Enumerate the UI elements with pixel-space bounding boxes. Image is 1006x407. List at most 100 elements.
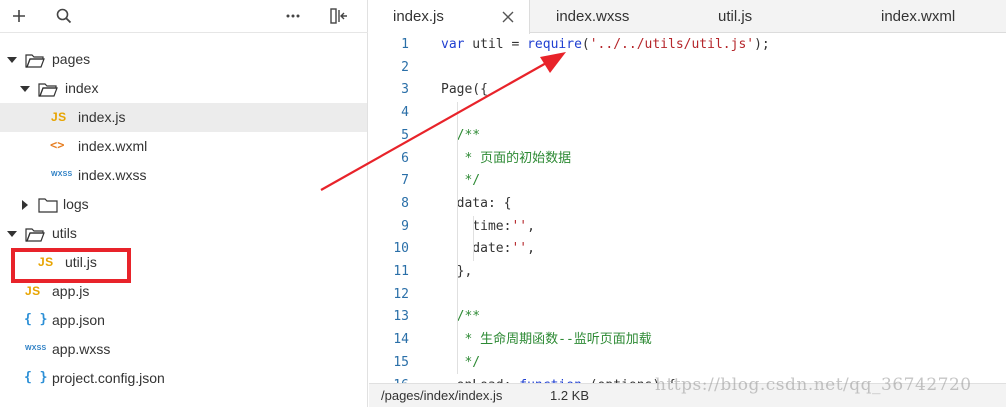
code-line[interactable]: 5 /** — [369, 125, 1006, 148]
chevron-down-icon[interactable] — [7, 55, 17, 65]
tab-util-js[interactable]: util.js — [718, 0, 788, 33]
line-number: 4 — [401, 105, 409, 121]
line-number: 8 — [401, 195, 409, 211]
indent-guide — [457, 102, 458, 375]
json-file-icon: { } — [24, 370, 48, 385]
folder-open-icon — [25, 54, 45, 68]
close-icon[interactable] — [501, 10, 515, 24]
tab-index-wxss[interactable]: index.wxss — [556, 0, 676, 33]
tree-label: util.js — [65, 254, 97, 270]
code-line[interactable]: 2 — [369, 57, 1006, 80]
tab-index-js[interactable]: index.js — [369, 0, 530, 34]
tree-file-app-wxss[interactable]: WXSS app.wxss — [0, 335, 367, 364]
indent-guide — [473, 215, 474, 261]
code-text: time:'', — [441, 218, 535, 234]
line-number: 5 — [401, 127, 409, 143]
tree-label: app.json — [52, 312, 105, 328]
folder-open-icon — [25, 228, 45, 242]
code-text: */ — [441, 173, 481, 189]
line-number: 10 — [393, 241, 409, 257]
tree-file-index-js[interactable]: JS index.js — [0, 103, 367, 132]
tree-label: index.js — [78, 109, 126, 125]
line-number: 9 — [401, 218, 409, 234]
tree-file-project-config-json[interactable]: { } project.config.json — [0, 364, 367, 393]
tree-label: app.wxss — [52, 341, 111, 357]
file-tree: pages index JS index.js <> index.wxml WX… — [0, 45, 367, 393]
tree-label: index.wxml — [78, 138, 148, 154]
search-icon[interactable] — [52, 4, 76, 28]
file-path: /pages/index/index.js — [381, 388, 503, 403]
line-number: 15 — [393, 354, 409, 370]
wxml-file-icon: <> — [50, 138, 65, 152]
tree-label: index — [65, 80, 99, 96]
tree-file-app-json[interactable]: { } app.json — [0, 306, 367, 335]
tree-label: app.js — [52, 283, 90, 299]
js-file-icon: JS — [51, 110, 67, 124]
add-icon[interactable] — [7, 4, 31, 28]
tree-file-index-wxss[interactable]: WXSS index.wxss — [0, 161, 367, 190]
tree-folder-index[interactable]: index — [0, 74, 367, 103]
code-line[interactable]: 8 data: { — [369, 193, 1006, 216]
code-line[interactable]: 15 */ — [369, 352, 1006, 375]
tree-label: index.wxss — [78, 167, 147, 183]
tab-index-wxml[interactable]: index.wxml — [881, 0, 991, 33]
tree-label: logs — [63, 196, 89, 212]
tab-label: index.wxml — [881, 8, 956, 25]
code-line[interactable]: 3 Page({ — [369, 79, 1006, 102]
code-text: /** — [441, 127, 481, 143]
code-line[interactable]: 12 — [369, 284, 1006, 307]
editor-tabs: index.js index.wxss util.js index.wxml — [369, 0, 1006, 34]
line-number: 2 — [401, 59, 409, 75]
js-file-icon: JS — [38, 255, 54, 269]
code-text: * 生命周期函数--监听页面加载 — [441, 332, 652, 348]
folder-open-icon — [38, 83, 58, 97]
code-line[interactable]: 16 onLoad: function (options) { — [369, 375, 1006, 384]
tree-file-util-js[interactable]: JS util.js — [0, 248, 367, 277]
code-line[interactable]: 7 */ — [369, 170, 1006, 193]
tree-folder-logs[interactable]: logs — [0, 190, 367, 219]
line-number: 1 — [401, 37, 409, 52]
code-text: Page({ — [441, 82, 488, 98]
chevron-down-icon[interactable] — [20, 84, 30, 94]
code-line[interactable]: 14 * 生命周期函数--监听页面加载 — [369, 329, 1006, 352]
tree-file-index-wxml[interactable]: <> index.wxml — [0, 132, 367, 161]
tree-label: utils — [52, 225, 77, 241]
json-file-icon: { } — [24, 312, 48, 327]
js-file-icon: JS — [25, 284, 41, 298]
line-number: 11 — [393, 264, 409, 279]
tree-label: project.config.json — [52, 370, 165, 386]
code-line[interactable]: 10 date:'', — [369, 238, 1006, 261]
tree-file-app-js[interactable]: JS app.js — [0, 277, 367, 306]
code-line[interactable]: 4 — [369, 102, 1006, 125]
tree-label: pages — [52, 51, 91, 67]
code-line[interactable]: 1 var util = require('../../utils/util.js… — [369, 34, 1006, 57]
wxss-file-icon: WXSS — [25, 345, 47, 352]
chevron-right-icon[interactable] — [20, 200, 30, 210]
tab-label: index.js — [393, 8, 444, 25]
code-text: data: { — [441, 195, 512, 211]
code-text: /** — [441, 309, 481, 325]
code-line[interactable]: 9 time:'', — [369, 216, 1006, 239]
chevron-down-icon[interactable] — [7, 229, 17, 239]
code-line[interactable]: 13 /** — [369, 306, 1006, 329]
tree-folder-utils[interactable]: utils — [0, 219, 367, 248]
explorer-toolbar — [0, 0, 368, 33]
collapse-sidebar-icon[interactable] — [327, 4, 351, 28]
line-number: 12 — [393, 286, 409, 302]
tree-folder-pages[interactable]: pages — [0, 45, 367, 74]
code-area[interactable]: 1 var util = require('../../utils/util.js… — [369, 33, 1006, 383]
line-number: 6 — [401, 150, 409, 166]
status-bar: /pages/index/index.js 1.2 KB — [369, 383, 1006, 407]
file-size: 1.2 KB — [550, 388, 590, 403]
code-line[interactable]: 11 }, — [369, 261, 1006, 284]
code-text: var util = require('../../utils/util.js'… — [441, 37, 770, 52]
file-explorer: pages index JS index.js <> index.wxml WX… — [0, 0, 368, 407]
more-icon[interactable] — [281, 4, 305, 28]
code-text: onLoad: function (options) { — [441, 375, 676, 384]
code-text: */ — [441, 354, 481, 370]
code-line[interactable]: 6 * 页面的初始数据 — [369, 148, 1006, 171]
code-text: date:'', — [441, 241, 535, 257]
line-number: 7 — [401, 173, 409, 189]
line-number: 13 — [393, 309, 409, 325]
tab-label: util.js — [718, 8, 753, 25]
